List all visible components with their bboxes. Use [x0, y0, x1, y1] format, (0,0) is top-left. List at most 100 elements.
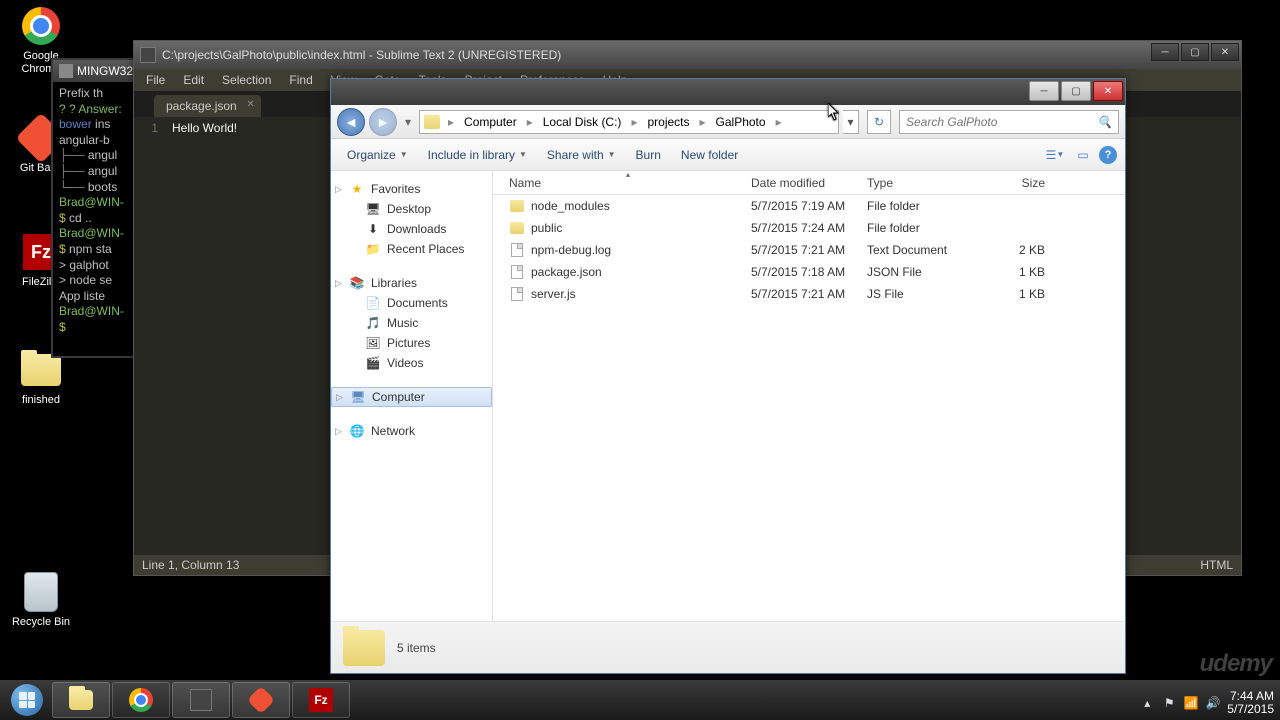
system-tray[interactable]: ▴ ⚑ 📶 🔊 7:44 AM 5/7/2015 [1139, 690, 1274, 716]
status-syntax[interactable]: HTML [1200, 558, 1233, 572]
burn-button[interactable]: Burn [628, 144, 669, 166]
file-row[interactable]: server.js5/7/2015 7:21 AMJS File1 KB [493, 283, 1125, 305]
breadcrumb-sep-icon[interactable]: ▸ [444, 115, 458, 129]
start-button[interactable] [4, 682, 50, 718]
organize-button[interactable]: Organize▼ [339, 144, 416, 166]
tray-flag-icon[interactable]: ⚑ [1161, 695, 1177, 711]
refresh-button[interactable]: ↻ [867, 110, 891, 134]
tray-network-icon[interactable]: 📶 [1183, 695, 1199, 711]
new-folder-button[interactable]: New folder [673, 144, 746, 166]
sidebar-network[interactable]: ▷ 🌐 Network [331, 421, 492, 441]
breadcrumb-sep-icon[interactable]: ▸ [627, 115, 641, 129]
search-input[interactable] [906, 115, 1097, 129]
sidebar-libraries[interactable]: ▷ 📚 Libraries [331, 273, 492, 293]
sidebar-downloads[interactable]: ⬇Downloads [331, 219, 492, 239]
nav-back-button[interactable]: ◄ [337, 108, 365, 136]
help-button[interactable]: ? [1099, 146, 1117, 164]
breadcrumb-sep-icon[interactable]: ▸ [523, 115, 537, 129]
maximize-button[interactable]: ▢ [1181, 43, 1209, 61]
file-row[interactable]: node_modules5/7/2015 7:19 AMFile folder [493, 195, 1125, 217]
tray-overflow-icon[interactable]: ▴ [1139, 695, 1155, 711]
breadcrumb-sep-icon[interactable]: ▸ [696, 115, 710, 129]
sublime-title-text: C:\projects\GalPhoto\public\index.html -… [162, 48, 561, 62]
preview-pane-button[interactable]: ▭ [1071, 143, 1095, 167]
file-row[interactable]: package.json5/7/2015 7:18 AMJSON File1 K… [493, 261, 1125, 283]
libraries-icon: 📚 [349, 275, 365, 291]
file-row[interactable]: npm-debug.log 5/7/2015 7:21 AMText Docume… [493, 239, 1125, 261]
file-name: npm-debug.log [531, 243, 611, 257]
sidebar-computer[interactable]: ▷ 🖥 Computer [331, 387, 492, 407]
file-type: Text Document [867, 243, 983, 257]
sidebar-recent-places[interactable]: 📁Recent Places [331, 239, 492, 259]
menu-find[interactable]: Find [281, 71, 320, 89]
file-date: 5/7/2015 7:21 AM [751, 243, 867, 257]
breadcrumb-galphoto[interactable]: GalPhoto [712, 113, 770, 131]
taskbar-clock[interactable]: 7:44 AM 5/7/2015 [1227, 690, 1274, 716]
recent-icon: 📁 [365, 241, 381, 257]
sidebar-videos[interactable]: 🎬Videos [331, 353, 492, 373]
sublime-app-icon [140, 47, 156, 63]
folder-icon [424, 115, 440, 129]
explorer-titlebar[interactable]: ─ ▢ ✕ [331, 79, 1125, 105]
windows-logo-icon [11, 684, 43, 716]
file-list[interactable]: Name▴ Date modified Type Size node_modul… [493, 171, 1125, 621]
folder-icon [509, 220, 525, 236]
minimize-button[interactable]: ─ [1029, 81, 1059, 101]
close-button[interactable]: ✕ [1211, 43, 1239, 61]
menu-file[interactable]: File [138, 71, 173, 89]
tab-close-icon[interactable]: ✕ [246, 99, 254, 110]
minimize-button[interactable]: ─ [1151, 43, 1179, 61]
file-row[interactable]: public5/7/2015 7:24 AMFile folder [493, 217, 1125, 239]
sidebar-documents[interactable]: 📄Documents [331, 293, 492, 313]
share-with-button[interactable]: Share with▼ [539, 144, 624, 166]
taskbar-filezilla[interactable]: Fz [292, 682, 350, 718]
col-header-size[interactable]: Size [983, 176, 1053, 190]
taskbar-chrome[interactable]: .task-item .chrome-circle::after{width:1… [112, 682, 170, 718]
tray-volume-icon[interactable]: 🔊 [1205, 695, 1221, 711]
nav-history-dropdown[interactable]: ▾ [401, 110, 415, 134]
menu-selection[interactable]: Selection [214, 71, 279, 89]
taskbar-gitbash[interactable] [232, 682, 290, 718]
explorer-window[interactable]: ─ ▢ ✕ ◄ ► ▾ ▸ Computer ▸ Local Disk (C:)… [330, 78, 1126, 674]
view-mode-button[interactable]: ☰▼ [1043, 143, 1067, 167]
taskbar-sublime[interactable] [172, 682, 230, 718]
menu-edit[interactable]: Edit [175, 71, 212, 89]
tab-package-json[interactable]: package.json ✕ [154, 95, 261, 117]
address-bar[interactable]: ▸ Computer ▸ Local Disk (C:) ▸ projects … [419, 110, 839, 134]
explorer-statusbar: 5 items [331, 621, 1125, 673]
sublime-titlebar[interactable]: C:\projects\GalPhoto\public\index.html -… [134, 41, 1241, 69]
desktop-icon-finished[interactable]: finished [6, 350, 76, 407]
search-icon[interactable]: 🔍 [1097, 115, 1112, 129]
col-header-name[interactable]: Name▴ [501, 176, 751, 190]
breadcrumb-projects[interactable]: projects [643, 113, 693, 131]
desktop-icon-recyclebin[interactable]: Recycle Bin [6, 572, 76, 629]
file-size: 2 KB [983, 243, 1053, 257]
sidebar-favorites[interactable]: ▷ ★ Favorites [331, 179, 492, 199]
breadcrumb-sep-icon[interactable]: ▸ [772, 115, 786, 129]
taskbar[interactable]: .task-item .chrome-circle::after{width:1… [0, 680, 1280, 720]
nav-forward-button[interactable]: ► [369, 108, 397, 136]
maximize-button[interactable]: ▢ [1061, 81, 1091, 101]
desktop-icon-label: Recycle Bin [6, 616, 76, 629]
network-icon: 🌐 [349, 423, 365, 439]
explorer-sidebar[interactable]: ▷ ★ Favorites 🖥Desktop ⬇Downloads 📁Recen… [331, 171, 493, 621]
videos-icon: 🎬 [365, 355, 381, 371]
file-date: 5/7/2015 7:19 AM [751, 199, 867, 213]
sidebar-desktop[interactable]: 🖥Desktop [331, 199, 492, 219]
include-library-button[interactable]: Include in library▼ [420, 144, 535, 166]
col-header-type[interactable]: Type [867, 176, 983, 190]
close-button[interactable]: ✕ [1093, 81, 1123, 101]
breadcrumb-localdisk[interactable]: Local Disk (C:) [539, 113, 626, 131]
watermark: udemy [1200, 650, 1272, 678]
address-dropdown[interactable]: ▾ [843, 110, 859, 134]
column-headers[interactable]: Name▴ Date modified Type Size [493, 171, 1125, 195]
caret-icon: ▷ [335, 184, 342, 195]
col-header-date[interactable]: Date modified [751, 176, 867, 190]
taskbar-explorer[interactable] [52, 682, 110, 718]
sidebar-pictures[interactable]: 🖼Pictures [331, 333, 492, 353]
sidebar-music[interactable]: 🎵Music [331, 313, 492, 333]
file-size: 1 KB [983, 265, 1053, 279]
search-box[interactable]: 🔍 [899, 110, 1119, 134]
breadcrumb-computer[interactable]: Computer [460, 113, 521, 131]
explorer-toolbar: Organize▼ Include in library▼ Share with… [331, 139, 1125, 171]
